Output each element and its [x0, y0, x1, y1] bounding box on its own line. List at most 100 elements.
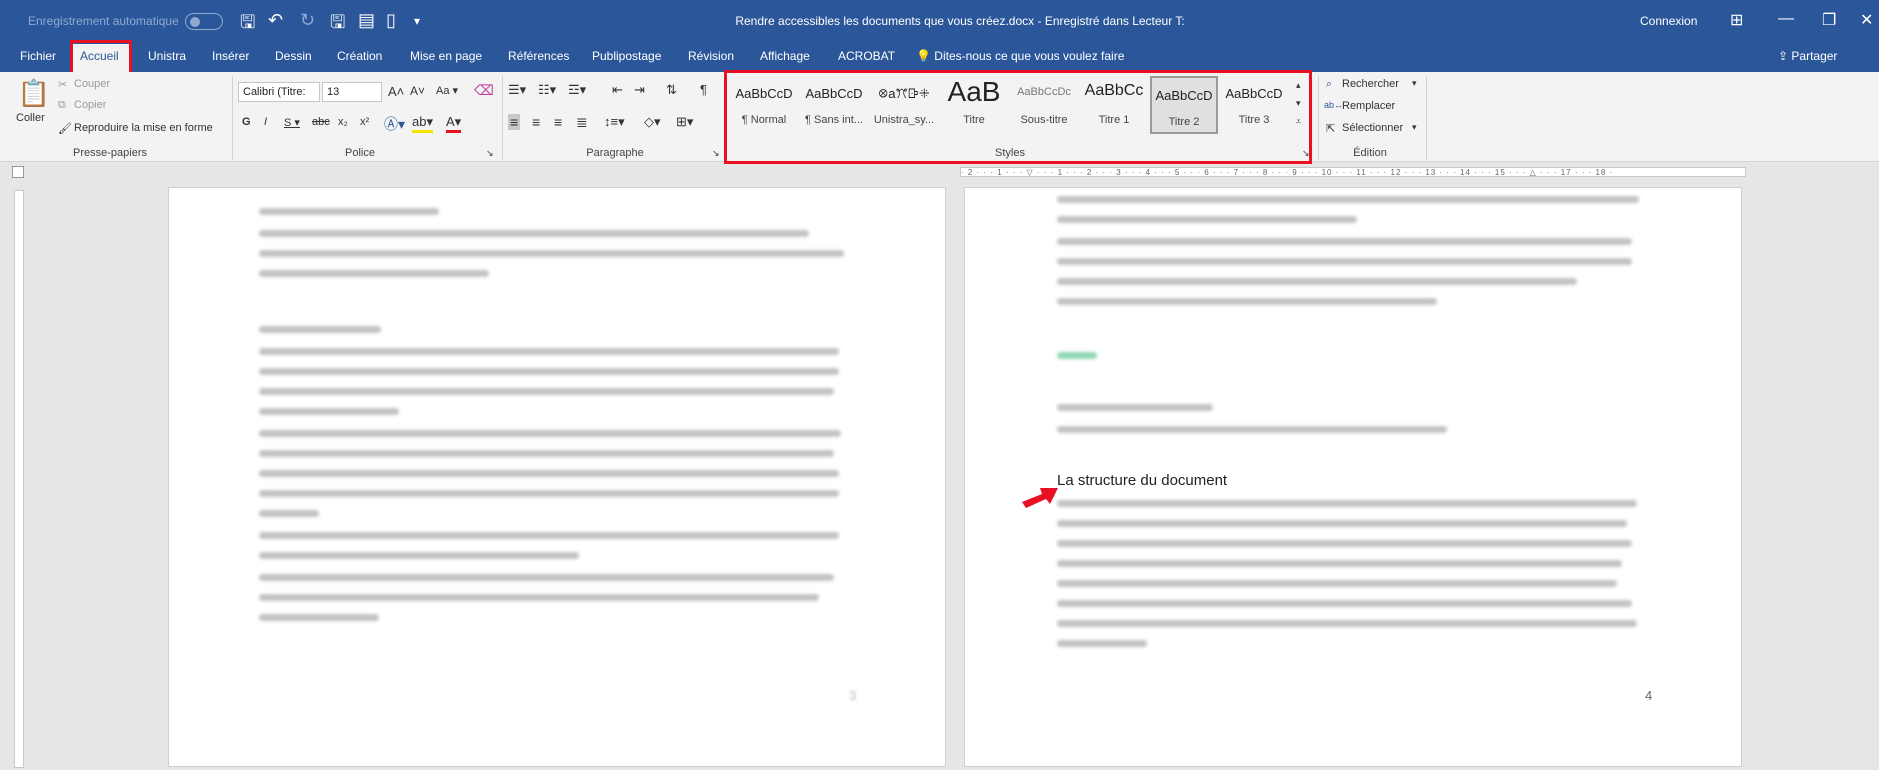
strikethrough-icon[interactable]: abc [312, 116, 330, 128]
redo-icon[interactable]: ↻ [300, 10, 315, 31]
font-dialog-launcher-icon[interactable]: ↘ [486, 148, 494, 159]
clipboard-group-label: Presse-papiers [73, 147, 147, 159]
tab-inserer[interactable]: Insérer [212, 49, 249, 63]
sort-icon[interactable]: ⇅ [666, 82, 677, 98]
close-icon[interactable]: ✕ [1860, 10, 1873, 30]
clear-formatting-icon[interactable]: ⌫ [474, 82, 494, 99]
underline-icon[interactable]: S ▾ [284, 116, 300, 129]
blurred-text-line [259, 532, 839, 539]
increase-indent-icon[interactable]: ⇥ [634, 82, 645, 98]
text-effects-icon[interactable]: Ⓐ▾ [384, 114, 405, 134]
align-right-icon[interactable]: ≡ [554, 114, 562, 130]
page-number: 3 [849, 688, 857, 703]
chevron-down-icon[interactable]: ▾ [1412, 78, 1417, 89]
align-left-icon[interactable]: ≡ [508, 114, 521, 130]
blurred-text-line [1057, 404, 1213, 411]
blurred-text-line [1057, 560, 1622, 567]
blurred-text-line [1057, 620, 1637, 627]
tab-references[interactable]: Références [508, 49, 569, 63]
font-color-icon[interactable]: A▾ [446, 114, 462, 133]
highlight-color-icon[interactable]: ab▾ [412, 114, 433, 133]
format-painter-button[interactable]: Reproduire la mise en forme [74, 122, 213, 134]
print-layout-icon[interactable]: ▤ [358, 10, 375, 31]
italic-icon[interactable]: I [264, 116, 267, 128]
lightbulb-icon: 💡 [916, 49, 935, 63]
blurred-text-line [1057, 258, 1632, 265]
vertical-ruler[interactable] [14, 190, 24, 768]
blurred-text-line [259, 574, 834, 581]
select-button[interactable]: Sélectionner [1342, 122, 1403, 134]
blurred-text-line [259, 614, 379, 621]
separator [1426, 76, 1427, 160]
paragraph-dialog-launcher-icon[interactable]: ↘ [712, 148, 720, 159]
tab-mise-en-page[interactable]: Mise en page [410, 49, 482, 63]
tab-creation[interactable]: Création [337, 49, 382, 63]
bold-icon[interactable]: G [242, 116, 251, 128]
blurred-text-line [259, 450, 834, 457]
superscript-icon[interactable]: x² [360, 116, 369, 128]
line-spacing-icon[interactable]: ↕≡▾ [604, 114, 625, 130]
autosave-toggle[interactable] [185, 13, 223, 30]
find-button[interactable]: Rechercher [1342, 78, 1399, 90]
blurred-text-line [259, 230, 809, 237]
blurred-text-line [1057, 278, 1577, 285]
paragraph-group-label: Paragraphe [586, 147, 644, 159]
undo-icon[interactable]: ↶ [268, 10, 283, 31]
page-number: 4 [1645, 688, 1653, 703]
numbering-icon[interactable]: ☷▾ [538, 82, 556, 98]
grow-font-icon[interactable]: A˄ [388, 84, 404, 99]
tab-unistra[interactable]: Unistra [148, 49, 186, 63]
font-name-combo[interactable]: Calibri (Titre: [238, 82, 320, 102]
restore-icon[interactable]: ❐ [1822, 10, 1836, 30]
blurred-text-line [259, 348, 839, 355]
cut-button[interactable]: Couper [74, 78, 110, 90]
chevron-down-icon[interactable]: ▾ [1412, 122, 1417, 133]
page-4: La structure du document 4 [964, 187, 1742, 767]
blurred-text-line [259, 388, 834, 395]
ribbon-display-icon[interactable]: ⊞ [1730, 10, 1743, 30]
blurred-link-line [1057, 352, 1097, 359]
share-button[interactable]: ⇪ Partager [1778, 49, 1837, 63]
blurred-text-line [259, 368, 839, 375]
save-as-icon[interactable]: 🖫 [330, 10, 345, 40]
shrink-font-icon[interactable]: A˅ [410, 84, 425, 98]
font-group-label: Police [345, 147, 375, 159]
font-size-combo[interactable]: 13 [322, 82, 382, 102]
copy-button[interactable]: Copier [74, 99, 106, 111]
tab-dessin[interactable]: Dessin [275, 49, 312, 63]
section-heading[interactable]: La structure du document [1057, 472, 1227, 489]
tab-fichier[interactable]: Fichier [20, 49, 56, 63]
tab-selector[interactable] [12, 166, 24, 178]
tell-me-box[interactable]: 💡 Dites-nous ce que vous voulez faire [916, 49, 1124, 63]
change-case-icon[interactable]: Aa ▾ [436, 84, 458, 97]
document-title: Rendre accessibles les documents que vou… [735, 14, 1185, 28]
blurred-text-line [1057, 500, 1637, 507]
justify-icon[interactable]: ≣ [576, 114, 588, 131]
tab-acrobat[interactable]: ACROBAT [838, 49, 895, 63]
show-marks-icon[interactable]: ¶ [700, 82, 707, 97]
horizontal-ruler[interactable]: · 2 · · · 1 · · · ▽ · · · 1 · · · 2 · · … [960, 167, 1746, 177]
bullets-icon[interactable]: ☰▾ [508, 82, 526, 98]
minimize-icon[interactable]: — [1778, 10, 1794, 28]
tab-publipostage[interactable]: Publipostage [592, 49, 661, 63]
replace-button[interactable]: Remplacer [1342, 100, 1395, 112]
tab-revision[interactable]: Révision [688, 49, 734, 63]
subscript-icon[interactable]: x₂ [338, 116, 348, 128]
blurred-text-line [259, 250, 844, 257]
blurred-text-line [259, 208, 439, 215]
decrease-indent-icon[interactable]: ⇤ [612, 82, 623, 98]
align-center-icon[interactable]: ≡ [532, 114, 540, 130]
paste-button[interactable]: Coller [16, 112, 45, 124]
multilevel-list-icon[interactable]: ☲▾ [568, 82, 586, 98]
blurred-text-line [1057, 196, 1639, 203]
shading-icon[interactable]: ◇▾ [644, 114, 661, 130]
blurred-text-line [259, 270, 489, 277]
save-icon[interactable]: 🖫 [240, 10, 255, 40]
new-document-icon[interactable]: ▯ [386, 10, 396, 31]
page-3: 3 [168, 187, 946, 767]
borders-icon[interactable]: ⊞▾ [676, 114, 693, 130]
customize-qat-icon[interactable]: ▾ [414, 14, 420, 28]
tab-affichage[interactable]: Affichage [760, 49, 810, 63]
replace-icon: ab↔ [1324, 100, 1344, 110]
connexion-link[interactable]: Connexion [1640, 14, 1697, 28]
